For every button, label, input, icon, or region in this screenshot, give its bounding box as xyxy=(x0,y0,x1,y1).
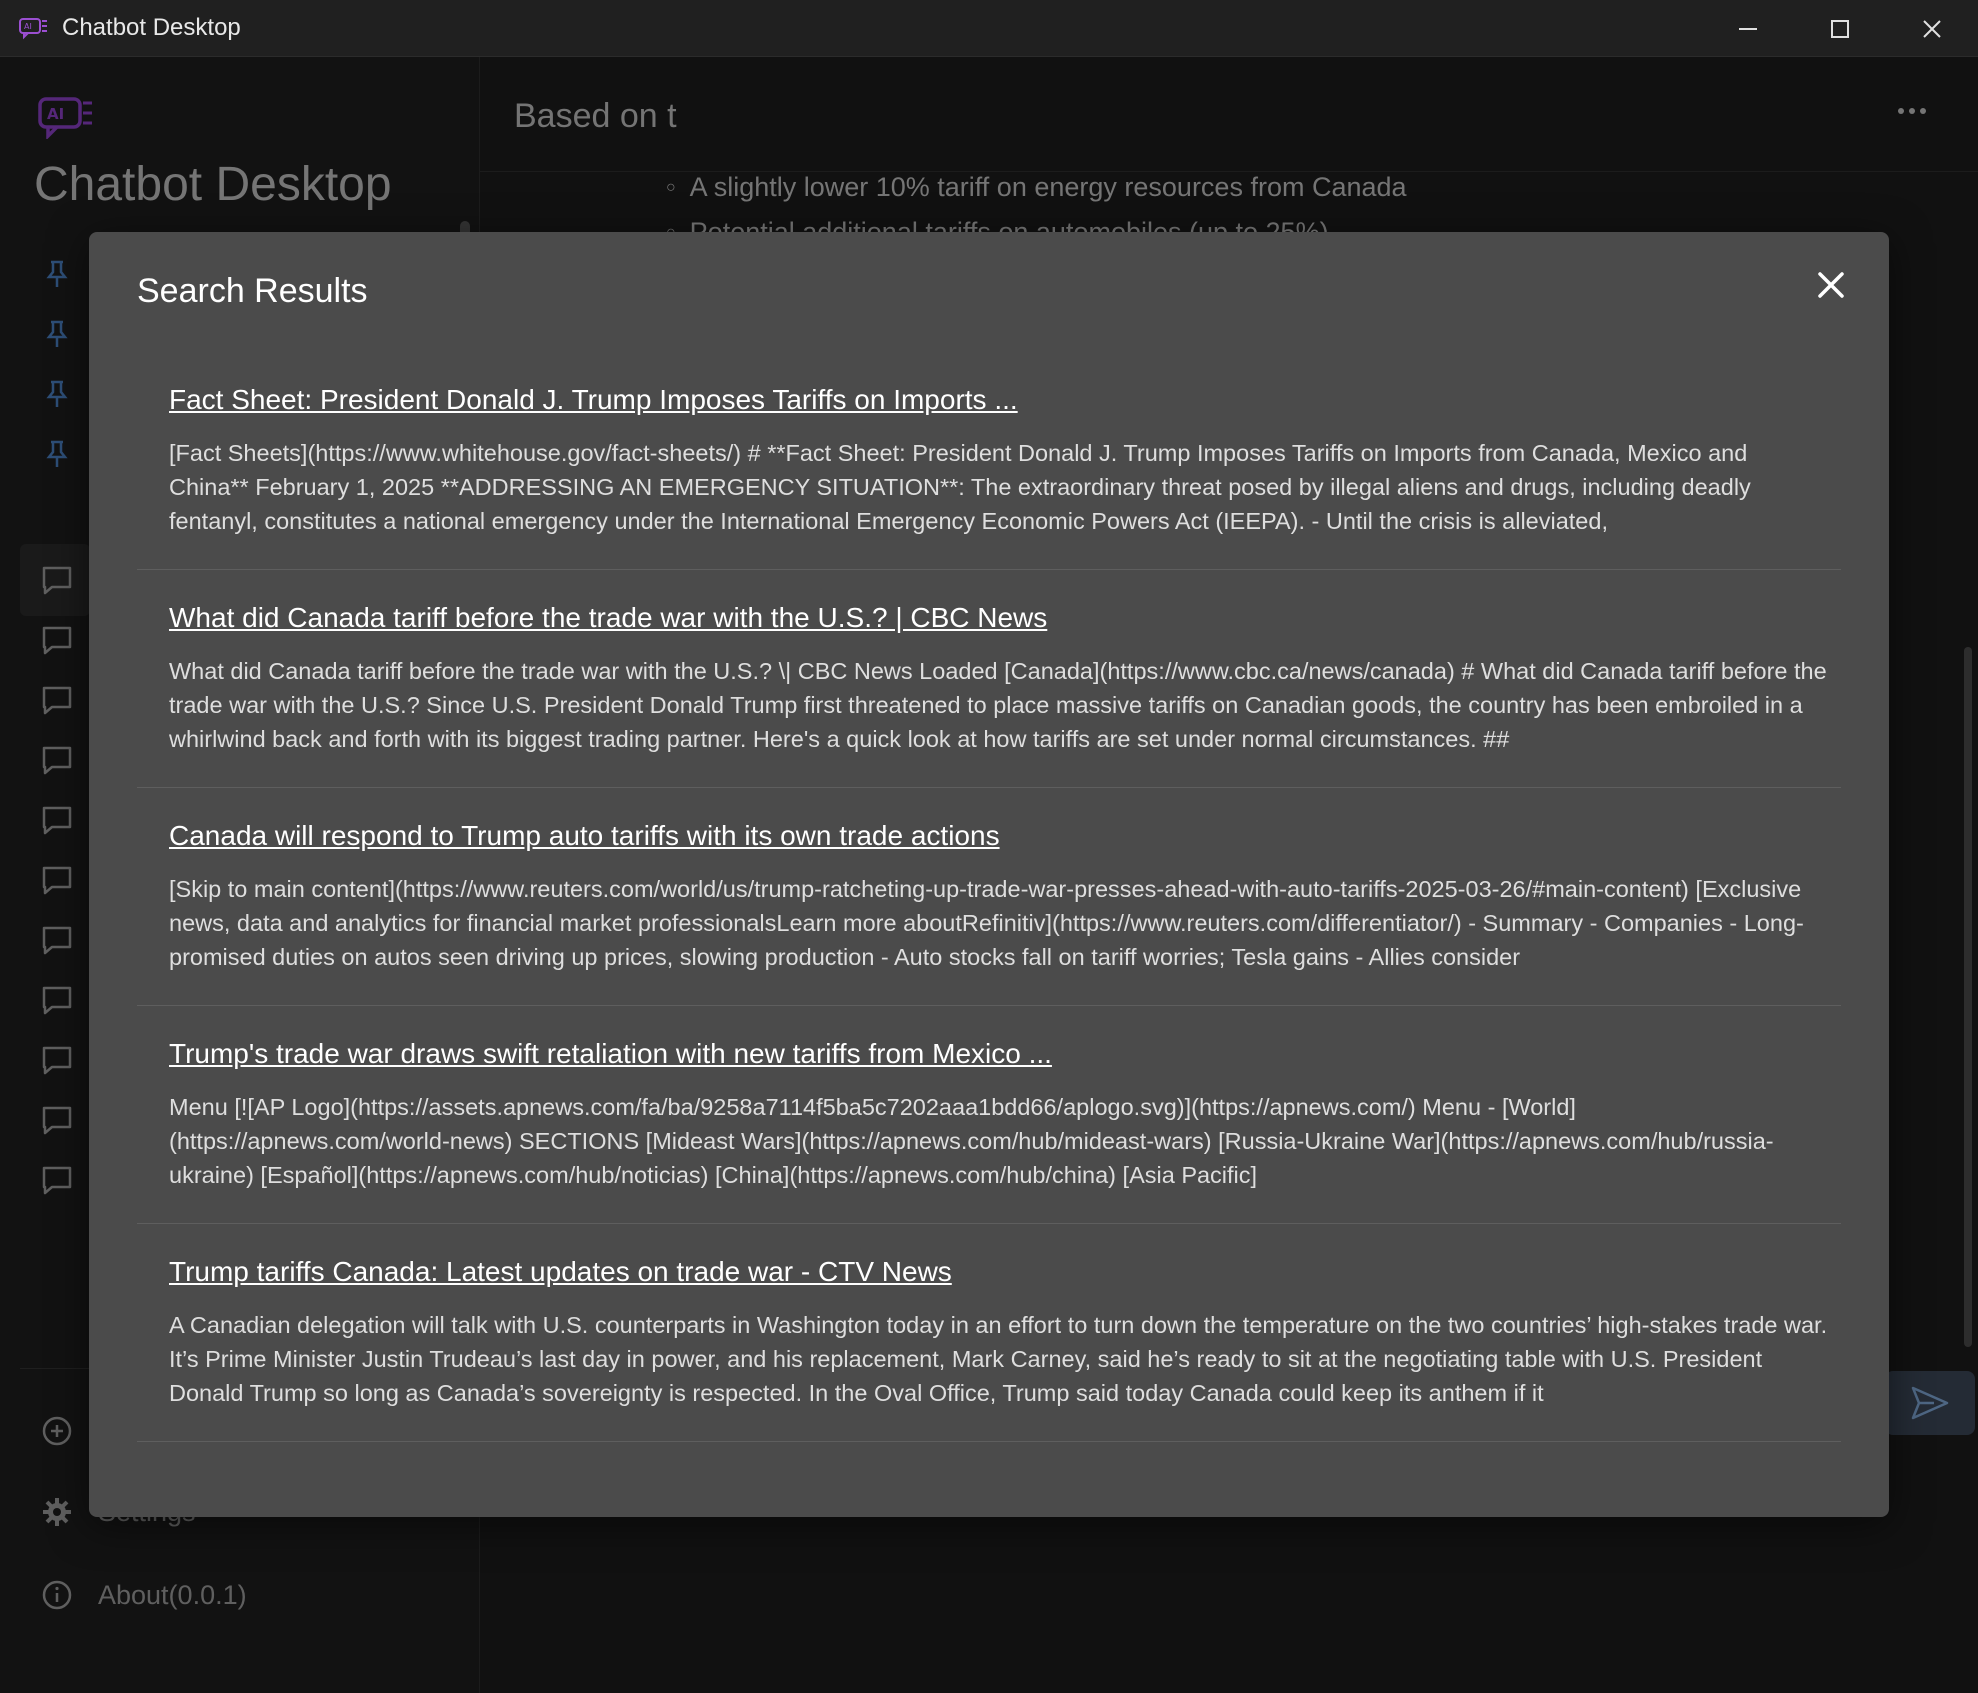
result-snippet: [Fact Sheets](https://www.whitehouse.gov… xyxy=(169,440,1751,534)
search-results-dialog: Search Results Fact Sheet: President Don… xyxy=(89,232,1889,1517)
search-results-list: Fact Sheet: President Donald J. Trump Im… xyxy=(137,352,1841,1442)
maximize-button[interactable] xyxy=(1794,0,1886,57)
search-result-item: Canada will respond to Trump auto tariff… xyxy=(137,788,1841,1006)
window-controls xyxy=(1702,0,1978,57)
result-title-link[interactable]: Canada will respond to Trump auto tariff… xyxy=(169,820,1000,852)
close-icon xyxy=(1923,19,1941,38)
title-bar: AI Chatbot Desktop xyxy=(0,0,1978,57)
svg-text:AI: AI xyxy=(24,22,32,31)
result-snippet: [Skip to main content](https://www.reute… xyxy=(169,876,1804,970)
minimize-button[interactable] xyxy=(1702,0,1794,57)
result-snippet: What did Canada tariff before the trade … xyxy=(169,658,1827,752)
result-title-link[interactable]: What did Canada tariff before the trade … xyxy=(169,602,1047,634)
maximize-icon xyxy=(1831,19,1849,38)
close-window-button[interactable] xyxy=(1886,0,1978,57)
result-snippet: A Canadian delegation will talk with U.S… xyxy=(169,1312,1828,1406)
close-dialog-icon[interactable] xyxy=(1814,268,1848,302)
search-result-item: Fact Sheet: President Donald J. Trump Im… xyxy=(137,352,1841,570)
search-result-item: Trump's trade war draws swift retaliatio… xyxy=(137,1006,1841,1224)
result-title-link[interactable]: Trump tariffs Canada: Latest updates on … xyxy=(169,1256,952,1288)
result-title-link[interactable]: Trump's trade war draws swift retaliatio… xyxy=(169,1038,1052,1070)
app-logo-icon: AI xyxy=(19,18,47,40)
result-snippet: Menu [![AP Logo](https://assets.apnews.c… xyxy=(169,1094,1774,1188)
dialog-title: Search Results xyxy=(137,272,368,310)
result-title-link[interactable]: Fact Sheet: President Donald J. Trump Im… xyxy=(169,384,1018,416)
search-result-item: Trump tariffs Canada: Latest updates on … xyxy=(137,1224,1841,1442)
minimize-icon xyxy=(1739,27,1757,30)
search-result-item: What did Canada tariff before the trade … xyxy=(137,570,1841,788)
window-title: Chatbot Desktop xyxy=(62,14,241,41)
